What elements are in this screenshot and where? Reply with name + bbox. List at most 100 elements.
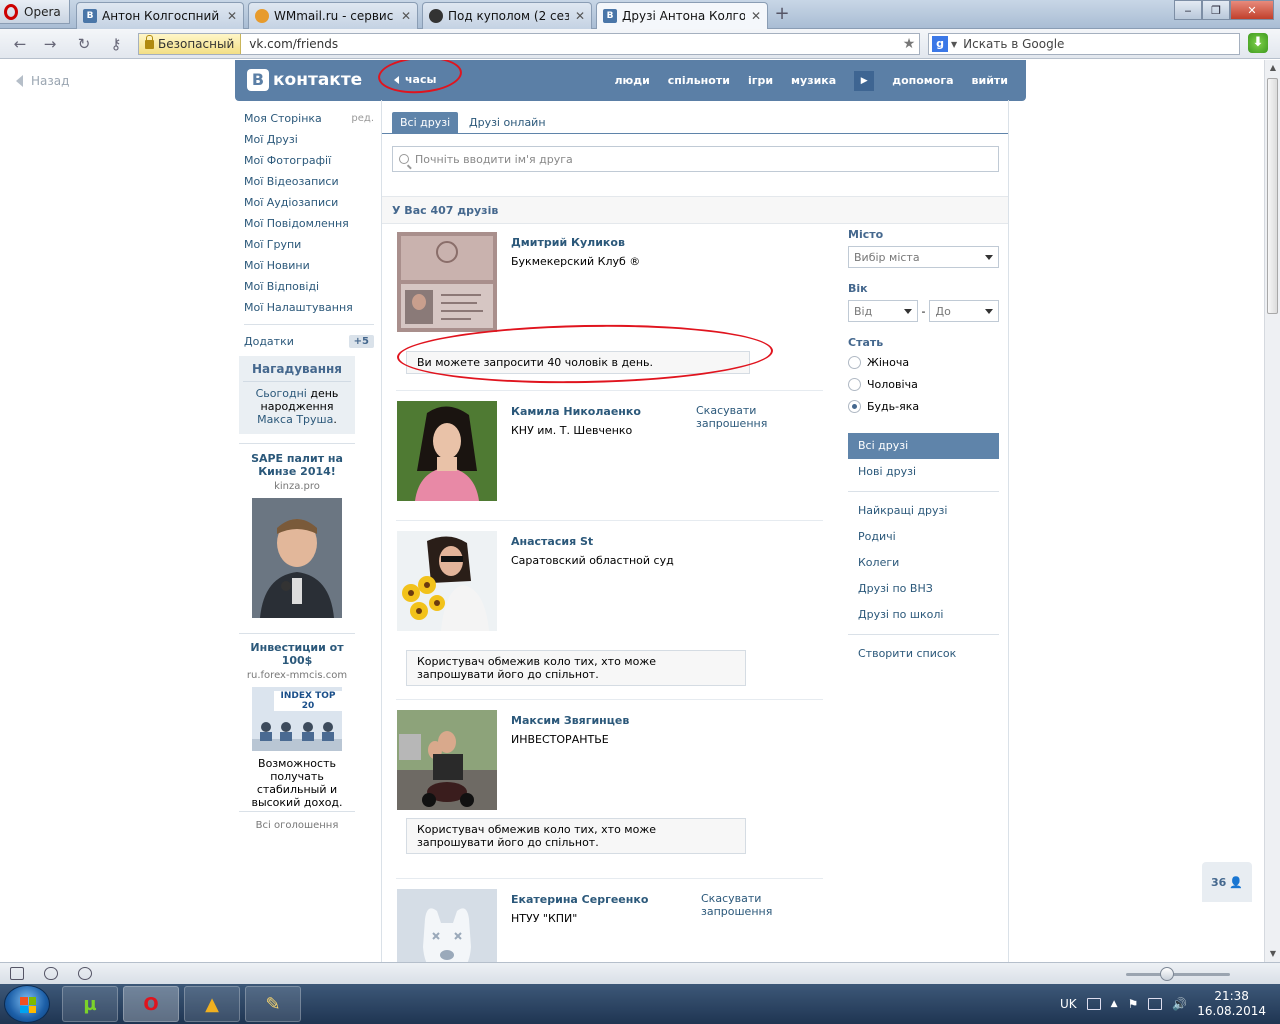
friend-name[interactable]: Камила Николаенко bbox=[511, 405, 641, 418]
search-engine-field[interactable]: g ▼ Искать в Google bbox=[928, 33, 1240, 55]
tab-close-icon[interactable]: ✕ bbox=[575, 9, 585, 23]
gender-female-radio[interactable]: Жіноча bbox=[848, 351, 999, 373]
friend-photo-placeholder[interactable] bbox=[397, 889, 497, 962]
ad-title[interactable]: SAPE палит на Кинзе 2014! bbox=[239, 452, 355, 478]
browser-tab-1[interactable]: B Антон Колгоспний ✕ bbox=[76, 2, 244, 29]
create-list-link[interactable]: Створити список bbox=[848, 641, 999, 667]
keyboard-icon[interactable] bbox=[1086, 998, 1101, 1010]
page-scrollbar[interactable]: ▲ ▼ bbox=[1264, 60, 1280, 962]
city-select[interactable]: Вибір міста bbox=[848, 246, 999, 268]
forward-arrow-icon[interactable]: → bbox=[40, 35, 60, 53]
all-ads-link[interactable]: Всі оголошення bbox=[239, 820, 355, 831]
key-icon[interactable]: ⚷ bbox=[106, 35, 126, 53]
google-icon[interactable]: g bbox=[932, 36, 948, 52]
cancel-invite-link[interactable]: Скасувати запрошення bbox=[701, 892, 772, 918]
opera-menu-button[interactable]: Opera bbox=[0, 0, 70, 24]
radio-icon[interactable] bbox=[848, 377, 861, 391]
new-tab-button[interactable]: + bbox=[772, 5, 792, 25]
nav-music[interactable]: музика bbox=[791, 74, 836, 87]
language-indicator[interactable]: UK bbox=[1060, 997, 1077, 1011]
browser-tab-2[interactable]: WMmail.ru - сервис п... ✕ bbox=[248, 2, 418, 29]
browser-tab-4-active[interactable]: B Друзі Антона Колгосп... ✕ bbox=[596, 2, 768, 29]
friend-photo[interactable] bbox=[397, 531, 497, 631]
friend-name[interactable]: Анастасия St bbox=[511, 535, 593, 548]
vk-logo[interactable]: В контакте bbox=[247, 69, 362, 91]
secure-badge[interactable]: Безопасный bbox=[139, 34, 242, 54]
reminder-today-link[interactable]: Сьогодні bbox=[256, 387, 307, 400]
edit-link[interactable]: ред. bbox=[351, 108, 374, 129]
maximize-button[interactable]: ❐ bbox=[1202, 0, 1230, 20]
url-text[interactable]: vk.com/friends bbox=[241, 37, 899, 51]
ad-photo[interactable] bbox=[252, 498, 342, 618]
menu-my-replies[interactable]: Мої Відповіді bbox=[244, 276, 374, 297]
ad-image[interactable]: INDEX TOP 20 bbox=[252, 687, 342, 751]
aimp-taskbar-icon[interactable]: ▲ bbox=[184, 986, 240, 1022]
menu-my-settings[interactable]: Мої Налаштування bbox=[244, 297, 374, 318]
scrollbar-thumb[interactable] bbox=[1267, 78, 1278, 314]
back-arrow-icon[interactable]: ← bbox=[10, 35, 30, 53]
ad-title[interactable]: Инвестиции от 100$ bbox=[239, 641, 355, 667]
age-to-select[interactable]: До bbox=[929, 300, 999, 322]
zoom-slider[interactable] bbox=[1126, 973, 1230, 976]
back-link[interactable]: Назад bbox=[16, 74, 69, 88]
friend-photo[interactable] bbox=[397, 401, 497, 501]
close-window-button[interactable]: ✕ bbox=[1230, 0, 1274, 20]
messenger-counter-button[interactable]: 36 👤 bbox=[1202, 862, 1252, 902]
speed-dial-icon[interactable] bbox=[78, 967, 92, 980]
friend-photo[interactable] bbox=[397, 710, 497, 810]
menu-my-news[interactable]: Мої Новини bbox=[244, 255, 374, 276]
list-university-friends[interactable]: Друзі по ВНЗ bbox=[848, 576, 999, 602]
url-field[interactable]: Безопасный vk.com/friends ★ bbox=[138, 33, 920, 55]
minimize-button[interactable]: ‒ bbox=[1174, 0, 1202, 20]
friend-name[interactable]: Екатерина Сергеенко bbox=[511, 893, 648, 906]
menu-my-photos[interactable]: Мої Фотографії bbox=[244, 150, 374, 171]
chevron-down-icon[interactable]: ▼ bbox=[951, 40, 957, 49]
opera-taskbar-icon[interactable]: O bbox=[123, 986, 179, 1022]
tab-all-friends[interactable]: Всі друзі bbox=[392, 112, 459, 134]
start-button[interactable] bbox=[4, 985, 50, 1023]
menu-my-groups[interactable]: Мої Групи bbox=[244, 234, 374, 255]
age-from-select[interactable]: Від bbox=[848, 300, 918, 322]
menu-my-messages[interactable]: Мої Повідомлення bbox=[244, 213, 374, 234]
panel-toggle-icon[interactable] bbox=[10, 967, 24, 980]
list-new-friends[interactable]: Нові друзі bbox=[848, 459, 999, 485]
list-school-friends[interactable]: Друзі по школі bbox=[848, 602, 999, 628]
nav-help[interactable]: допомога bbox=[892, 74, 953, 87]
flag-icon[interactable]: ⚑ bbox=[1128, 997, 1139, 1011]
scroll-up-icon[interactable]: ▲ bbox=[1265, 60, 1280, 76]
bookmark-star-icon[interactable]: ★ bbox=[899, 36, 919, 52]
nav-games[interactable]: ігри bbox=[748, 74, 773, 87]
friend-name[interactable]: Максим Звягинцев bbox=[511, 714, 629, 727]
list-best-friends[interactable]: Найкращі друзі bbox=[848, 498, 999, 524]
list-all-friends[interactable]: Всі друзі bbox=[848, 433, 999, 459]
utorrent-taskbar-icon[interactable]: µ bbox=[62, 986, 118, 1022]
menu-my-audio[interactable]: Мої Аудіозаписи bbox=[244, 192, 374, 213]
reminder-person-link[interactable]: Макса Труша bbox=[257, 413, 333, 426]
zoom-slider-knob[interactable] bbox=[1160, 967, 1174, 981]
tab-close-icon[interactable]: ✕ bbox=[227, 9, 237, 23]
radio-icon[interactable] bbox=[848, 355, 861, 369]
system-clock[interactable]: 21:38 16.08.2014 bbox=[1197, 989, 1266, 1019]
network-icon[interactable] bbox=[1148, 998, 1163, 1010]
tab-close-icon[interactable]: ✕ bbox=[401, 9, 411, 23]
paint-taskbar-icon[interactable]: ✎ bbox=[245, 986, 301, 1022]
chevron-up-icon[interactable]: ▲ bbox=[1111, 999, 1118, 1009]
cancel-invite-link[interactable]: Скасувати запрошення bbox=[696, 404, 823, 430]
list-relatives[interactable]: Родичі bbox=[848, 524, 999, 550]
download-icon[interactable]: ⬇ bbox=[1248, 33, 1268, 53]
gender-male-radio[interactable]: Чоловіча bbox=[848, 373, 999, 395]
clock-button[interactable]: часы bbox=[394, 73, 436, 86]
list-colleagues[interactable]: Колеги bbox=[848, 550, 999, 576]
reload-icon[interactable]: ↻ bbox=[74, 35, 94, 53]
volume-icon[interactable]: 🔊 bbox=[1172, 997, 1187, 1011]
menu-my-page[interactable]: Моя Сторінка ред. bbox=[244, 108, 374, 129]
scroll-down-icon[interactable]: ▼ bbox=[1265, 946, 1280, 962]
nav-communities[interactable]: спільноти bbox=[668, 74, 730, 87]
menu-my-friends[interactable]: Мої Друзі bbox=[244, 129, 374, 150]
nav-people[interactable]: люди bbox=[614, 74, 649, 87]
tab-close-icon[interactable]: ✕ bbox=[751, 9, 761, 23]
tab-friends-online[interactable]: Друзі онлайн bbox=[461, 112, 554, 134]
browser-tab-3[interactable]: Под куполом (2 сезон... ✕ bbox=[422, 2, 592, 29]
nav-more-arrow-icon[interactable]: ▶ bbox=[854, 70, 875, 91]
menu-my-videos[interactable]: Мої Відеозаписи bbox=[244, 171, 374, 192]
